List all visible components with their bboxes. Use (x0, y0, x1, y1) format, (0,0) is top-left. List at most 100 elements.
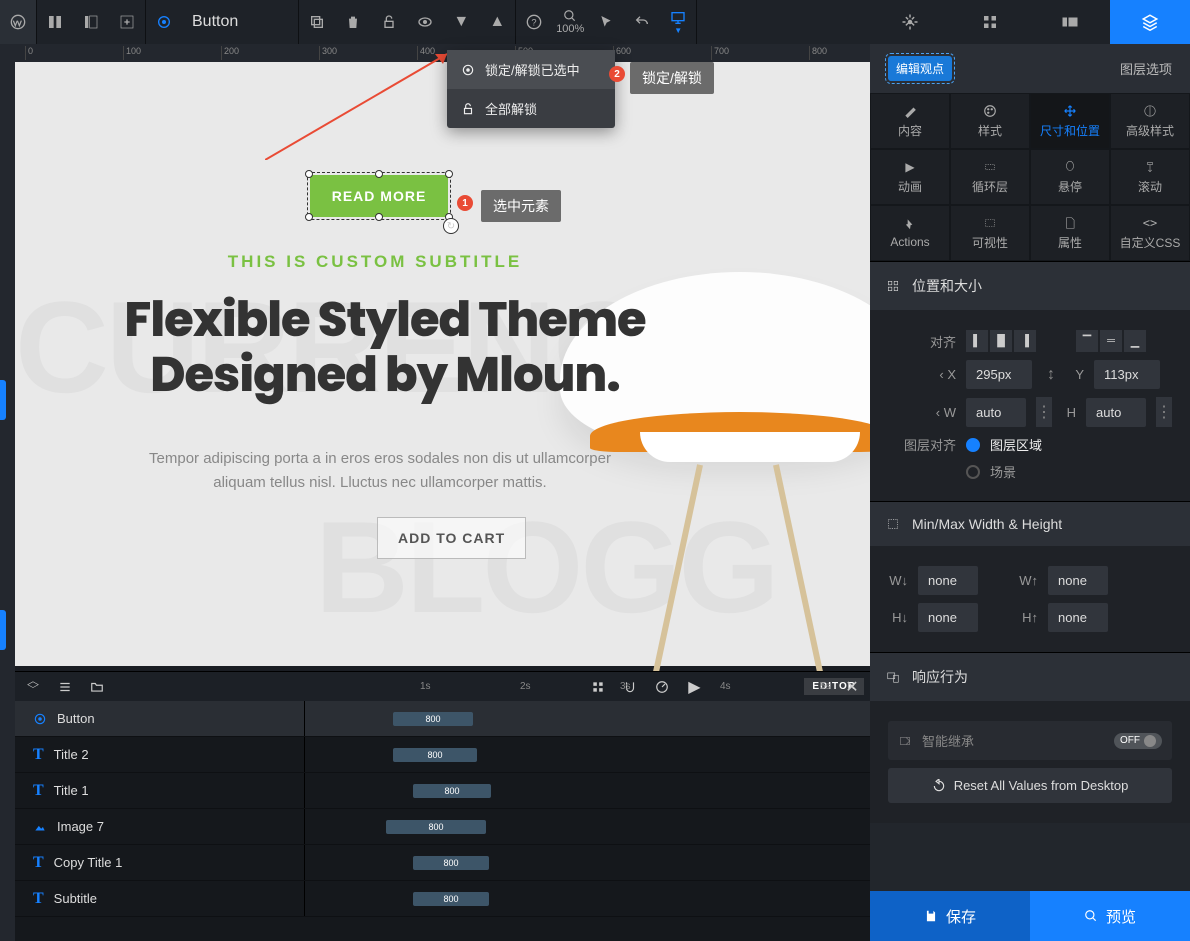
lock-icon[interactable] (371, 0, 407, 44)
section-position-size[interactable]: 位置和大小 (870, 262, 1190, 310)
slide-canvas: CURRENC BLOGG READ MORE ↻ 1 选中元素 THIS IS… (15, 62, 870, 666)
tab-animation[interactable]: ▶动画 (870, 149, 950, 205)
timeline-row[interactable]: TCopy Title 1800 (15, 845, 870, 881)
zoom-icon[interactable]: 100% (552, 0, 588, 44)
ruler-vertical (0, 44, 15, 941)
tab-content[interactable]: 内容 (870, 93, 950, 149)
undo-icon[interactable] (624, 0, 660, 44)
timeline-row[interactable]: TSubtitle800 (15, 881, 870, 917)
align-middle-icon[interactable]: ═ (1100, 330, 1122, 352)
add-to-cart-button[interactable]: ADD TO CART (377, 517, 526, 559)
move-up-icon[interactable]: ▲ (479, 0, 515, 44)
tab-visibility[interactable]: 可视性 (950, 205, 1030, 261)
section-minmax[interactable]: Min/Max Width & Height (870, 502, 1190, 546)
layer-name: Title 2 (54, 747, 89, 762)
h-input[interactable] (1086, 398, 1146, 427)
w-options[interactable]: ⋮ (1036, 397, 1052, 427)
tab-style[interactable]: 样式 (950, 93, 1030, 149)
lock-selected-item[interactable]: 锁定/解锁已选中 (447, 50, 615, 89)
delete-icon[interactable] (335, 0, 371, 44)
layer-options-link[interactable]: 图层选项 (1120, 59, 1172, 78)
inherit-toggle[interactable]: OFF (1114, 733, 1162, 749)
body-text[interactable]: Tempor adipiscing porta a in eros eros s… (125, 447, 635, 495)
play-icon[interactable]: ▶ (682, 675, 706, 699)
ruler-horizontal: 0 100 200 300 400 500 600 700 800 (15, 44, 870, 62)
cursor-icon[interactable] (588, 0, 624, 44)
timeline-bar[interactable]: 800 (413, 784, 491, 798)
settings-tab[interactable] (870, 0, 950, 44)
copy-icon[interactable] (299, 0, 335, 44)
title-text[interactable]: Flexible Styled ThemeDesigned by Mloun. (55, 292, 715, 402)
min-h-input[interactable] (918, 603, 978, 632)
timeline-bar[interactable]: 800 (413, 892, 489, 906)
desktop-icon[interactable]: ▼ (660, 0, 696, 44)
folder-icon[interactable] (85, 675, 109, 699)
section-responsive[interactable]: 响应行为 (870, 653, 1190, 701)
tab-actions[interactable]: Actions (870, 205, 950, 261)
ruler-marker (0, 610, 6, 650)
navigation-tab[interactable] (950, 0, 1030, 44)
save-button[interactable]: 保存 (870, 891, 1030, 941)
timeline-bar[interactable]: 800 (393, 712, 473, 726)
layer-target-icon[interactable] (146, 0, 182, 44)
w-input[interactable] (966, 398, 1026, 427)
radio-scene[interactable] (966, 465, 980, 479)
radio-layer-area[interactable] (966, 438, 980, 452)
grid-snap-icon[interactable] (586, 675, 610, 699)
ruler-marker (0, 380, 6, 420)
list-icon[interactable] (53, 675, 77, 699)
align-right-icon[interactable]: ▐ (1014, 330, 1036, 352)
layers-tab[interactable] (1110, 0, 1190, 44)
timeline-bar[interactable]: 800 (393, 748, 477, 762)
slides-tab[interactable] (1030, 0, 1110, 44)
align-center-icon[interactable]: ▐▌ (990, 330, 1012, 352)
menu-label: 锁定/解锁已选中 (485, 60, 580, 79)
timeline-bar[interactable]: 800 (413, 856, 489, 870)
tab-custom-css[interactable]: <>自定义CSS (1110, 205, 1190, 261)
y-input[interactable] (1094, 360, 1160, 389)
speed-icon[interactable] (650, 675, 674, 699)
preview-button[interactable]: 预览 (1030, 891, 1190, 941)
rotate-handle[interactable]: ↻ (443, 218, 459, 234)
timeline-row[interactable]: TTitle 1800 (15, 773, 870, 809)
timeline-panel: ▶ EDITOR 1s 2s 3s 4s 5s ✕ Button800TTitl… (15, 671, 870, 941)
read-more-button[interactable]: READ MORE (310, 175, 448, 217)
tab-attributes[interactable]: 属性 (1030, 205, 1110, 261)
tab-loop[interactable]: 循环层 (950, 149, 1030, 205)
close-timeline-icon[interactable]: ✕ (840, 675, 864, 699)
tab-size-position[interactable]: 尺寸和位置 (1030, 93, 1110, 149)
subtitle-text[interactable]: THIS IS CUSTOM SUBTITLE (15, 252, 735, 272)
lock-tooltip: 锁定/解锁 (630, 62, 714, 94)
layers-icon[interactable] (21, 675, 45, 699)
help-icon[interactable]: ? (516, 0, 552, 44)
timeline-bar[interactable]: 800 (386, 820, 486, 834)
align-left-icon[interactable]: ▌ (966, 330, 988, 352)
wordpress-icon[interactable] (0, 0, 36, 44)
move-down-icon[interactable]: ▼ (443, 0, 479, 44)
svg-text:?: ? (532, 17, 537, 27)
tab-scroll[interactable]: 滚动 (1110, 149, 1190, 205)
add-slide-icon[interactable] (109, 0, 145, 44)
max-h-input[interactable] (1048, 603, 1108, 632)
layer-name: Copy Title 1 (54, 855, 123, 870)
column-icon[interactable] (37, 0, 73, 44)
visibility-icon[interactable] (407, 0, 443, 44)
min-w-input[interactable] (918, 566, 978, 595)
unlock-all-item[interactable]: 全部解锁 (447, 89, 615, 128)
reset-values-button[interactable]: Reset All Values from Desktop (888, 768, 1172, 803)
tab-hover[interactable]: 悬停 (1030, 149, 1110, 205)
timeline-row[interactable]: Image 7800 (15, 809, 870, 845)
h-options[interactable]: ⋮ (1156, 397, 1172, 427)
canvas-area[interactable]: CURRENC BLOGG READ MORE ↻ 1 选中元素 THIS IS… (15, 62, 870, 671)
layer-name: Button (57, 711, 95, 726)
timeline-row[interactable]: Button 800 (15, 701, 870, 737)
edit-viewpoint-chip[interactable]: 编辑观点 (888, 56, 952, 81)
x-input[interactable] (966, 360, 1032, 389)
max-w-input[interactable] (1048, 566, 1108, 595)
align-bottom-icon[interactable]: ▁ (1124, 330, 1146, 352)
tab-adv-style[interactable]: 高级样式 (1110, 93, 1190, 149)
top-toolbar: Button ▼ ▲ ? 100% ▼ (0, 0, 1190, 44)
sidebar-left-icon[interactable] (73, 0, 109, 44)
align-top-icon[interactable]: ▔ (1076, 330, 1098, 352)
timeline-row[interactable]: TTitle 2800 (15, 737, 870, 773)
